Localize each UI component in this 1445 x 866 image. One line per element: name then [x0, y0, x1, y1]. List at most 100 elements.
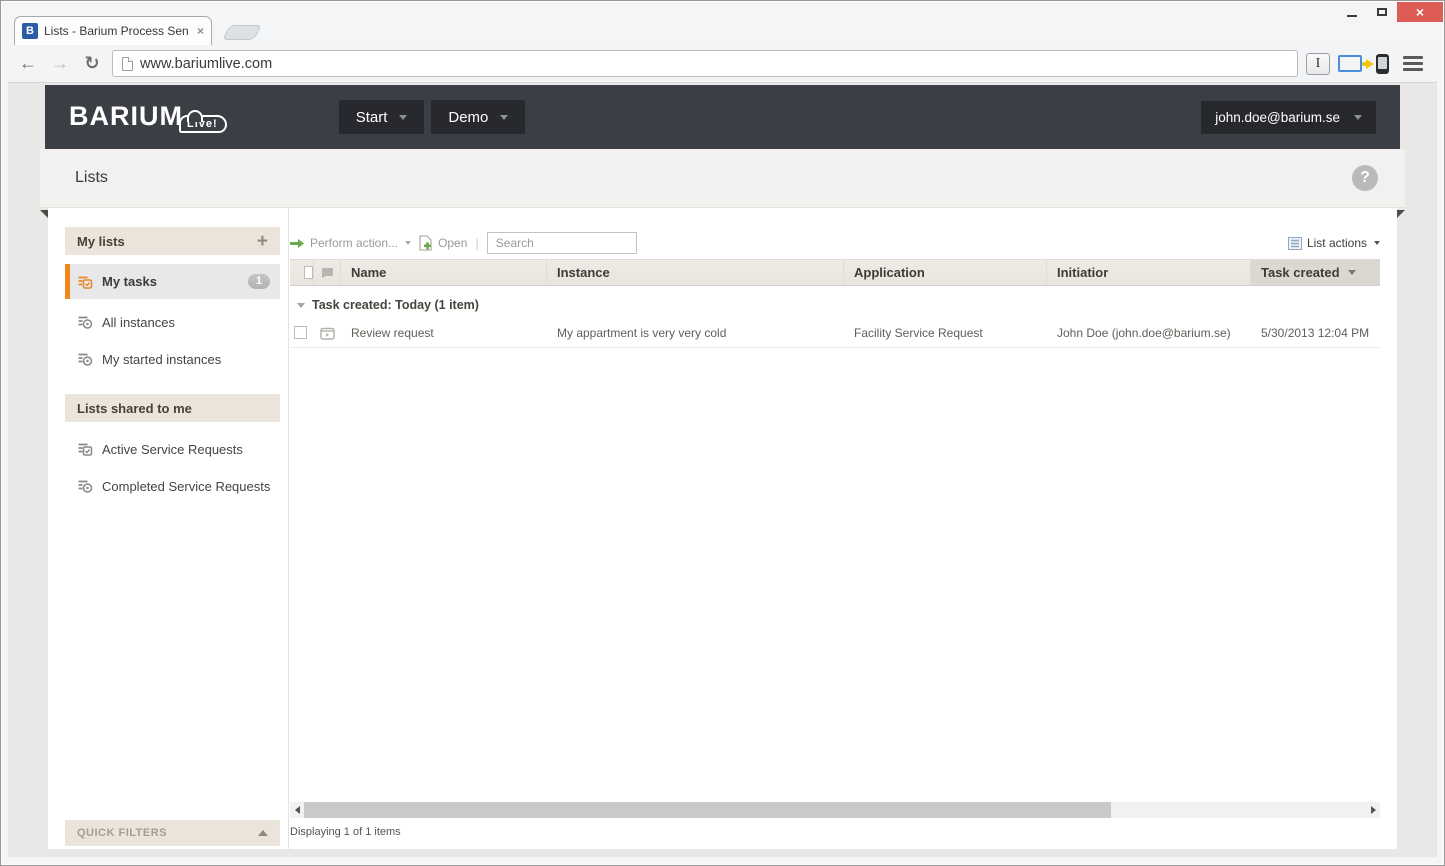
- column-header-instance[interactable]: Instance: [547, 260, 844, 285]
- list-panel: Perform action... Open |: [288, 208, 1397, 849]
- cell-task-created[interactable]: 5/30/2013 12:04 PM: [1251, 326, 1380, 340]
- open-button[interactable]: Open: [419, 235, 467, 251]
- chevron-down-icon: [399, 115, 407, 120]
- horizontal-scrollbar[interactable]: [290, 802, 1380, 818]
- column-header-task-created[interactable]: Task created: [1251, 260, 1380, 285]
- main-nav: Start Demo: [339, 100, 526, 134]
- sidebar-item-label: My tasks: [102, 274, 157, 289]
- list-toolbar: Perform action... Open |: [290, 230, 1380, 256]
- sort-desc-icon: [1348, 270, 1356, 275]
- lists-shared-header: Lists shared to me: [65, 394, 280, 422]
- column-header-application[interactable]: Application: [844, 260, 1047, 285]
- sidebar-item-label: Completed Service Requests: [102, 479, 270, 494]
- back-icon[interactable]: ←: [16, 53, 40, 74]
- instance-list-icon: [77, 314, 93, 330]
- sidebar-item-label: All instances: [102, 315, 175, 330]
- chevron-down-icon: [500, 115, 508, 120]
- sidebar-item-label: Active Service Requests: [102, 442, 243, 457]
- chevron-down-icon: [1354, 115, 1362, 120]
- browser-window: × B Lists - Barium Process Sen × ← → ↻ w…: [0, 0, 1445, 866]
- sidebar-item-all-instances[interactable]: All instances: [65, 308, 280, 336]
- user-menu-button[interactable]: john.doe@barium.se: [1201, 101, 1376, 134]
- table-header-row: Name Instance Application Initiatior Tas…: [290, 259, 1380, 286]
- page-title: Lists: [40, 169, 108, 187]
- close-button[interactable]: ×: [1397, 2, 1443, 22]
- page-title-bar: Lists ?: [40, 149, 1405, 208]
- tab-favicon: B: [22, 23, 38, 39]
- list-icon: [1288, 237, 1302, 250]
- nav-demo-button[interactable]: Demo: [431, 100, 525, 134]
- select-all-checkbox[interactable]: [304, 266, 313, 279]
- fold-decoration-right: [1396, 210, 1405, 219]
- page-viewport: BARIUM Live! Start Demo john.doe@barium.…: [8, 83, 1437, 857]
- nav-start-button[interactable]: Start: [339, 100, 425, 134]
- group-header-row[interactable]: Task created: Today (1 item): [290, 292, 1380, 318]
- perform-action-button[interactable]: Perform action...: [290, 236, 411, 250]
- task-play-icon: [320, 326, 335, 340]
- comment-flag-icon: [321, 267, 334, 279]
- scroll-left-button[interactable]: [290, 802, 304, 818]
- task-count-badge: 1: [248, 274, 270, 289]
- window-controls: ×: [1337, 2, 1443, 22]
- open-document-icon: [419, 235, 433, 251]
- task-list-icon: [77, 274, 93, 290]
- sidebar-item-my-started-instances[interactable]: My started instances: [65, 345, 280, 373]
- extension-phone-icon[interactable]: [1376, 54, 1389, 74]
- url-text[interactable]: www.bariumlive.com: [140, 56, 272, 72]
- minimize-button[interactable]: [1337, 2, 1367, 22]
- sidebar-item-completed-service-requests[interactable]: Completed Service Requests: [65, 472, 280, 500]
- extension-i-icon[interactable]: I: [1306, 53, 1330, 75]
- chevron-down-icon: [1374, 241, 1380, 245]
- sidebar-spacer: [65, 500, 288, 820]
- flag-column-header[interactable]: [314, 260, 341, 285]
- search-input[interactable]: [487, 232, 637, 254]
- content-sheet: My lists + My tasks 1: [48, 208, 1397, 849]
- browser-menu-icon[interactable]: [1403, 56, 1423, 71]
- group-collapse-icon: [297, 303, 305, 308]
- cell-application[interactable]: Facility Service Request: [844, 326, 1047, 340]
- reload-icon[interactable]: ↻: [80, 53, 104, 74]
- collapse-icon: [258, 830, 268, 836]
- instance-list-icon: [77, 351, 93, 367]
- instance-list-icon: [77, 478, 93, 494]
- row-select-cell: [290, 326, 314, 339]
- scroll-left-icon: [295, 806, 300, 814]
- scroll-right-icon: [1371, 806, 1376, 814]
- app-header: BARIUM Live! Start Demo john.doe@barium.…: [45, 85, 1400, 149]
- logo-live-cloud: Live!: [179, 115, 227, 133]
- select-all-cell: [290, 260, 314, 285]
- minimize-icon: [1347, 15, 1357, 17]
- forward-icon[interactable]: →: [48, 53, 72, 74]
- displaying-count: Displaying 1 of 1 items: [290, 826, 401, 838]
- maximize-button[interactable]: [1367, 2, 1397, 22]
- tab-title: Lists - Barium Process Sen: [44, 24, 191, 38]
- close-icon: ×: [1416, 4, 1424, 20]
- quick-filters-toggle[interactable]: QUICK FILTERS: [65, 820, 280, 846]
- column-header-initiatior[interactable]: Initiatior: [1047, 260, 1251, 285]
- chevron-down-icon: [405, 241, 411, 245]
- table-row[interactable]: Review request My appartment is very ver…: [290, 318, 1380, 348]
- address-bar[interactable]: www.bariumlive.com: [112, 50, 1298, 77]
- status-bar: Displaying 1 of 1 items: [290, 823, 1380, 841]
- scroll-right-button[interactable]: [1366, 802, 1380, 818]
- sidebar-item-my-tasks[interactable]: My tasks 1: [65, 264, 280, 299]
- add-list-button[interactable]: +: [257, 232, 268, 251]
- browser-tab[interactable]: B Lists - Barium Process Sen ×: [14, 16, 212, 45]
- list-actions-button[interactable]: List actions: [1288, 236, 1380, 250]
- logo-text: BARIUM: [69, 101, 183, 132]
- column-header-name[interactable]: Name: [341, 260, 547, 285]
- cell-initiator[interactable]: John Doe (john.doe@barium.se): [1047, 326, 1251, 340]
- toolbar-divider: |: [475, 236, 478, 251]
- row-checkbox[interactable]: [294, 326, 307, 339]
- sidebar: My lists + My tasks 1: [48, 208, 288, 849]
- page-document-icon: [122, 57, 133, 71]
- extension-frame-icon[interactable]: [1338, 55, 1362, 72]
- tab-close-icon[interactable]: ×: [197, 24, 204, 38]
- scrollbar-thumb[interactable]: [304, 802, 1111, 818]
- new-tab-button[interactable]: [222, 25, 262, 40]
- cell-name[interactable]: Review request: [341, 326, 547, 340]
- task-list-icon: [77, 441, 93, 457]
- sidebar-item-active-service-requests[interactable]: Active Service Requests: [65, 435, 280, 463]
- cell-instance[interactable]: My appartment is very very cold: [547, 326, 844, 340]
- help-button[interactable]: ?: [1352, 165, 1378, 191]
